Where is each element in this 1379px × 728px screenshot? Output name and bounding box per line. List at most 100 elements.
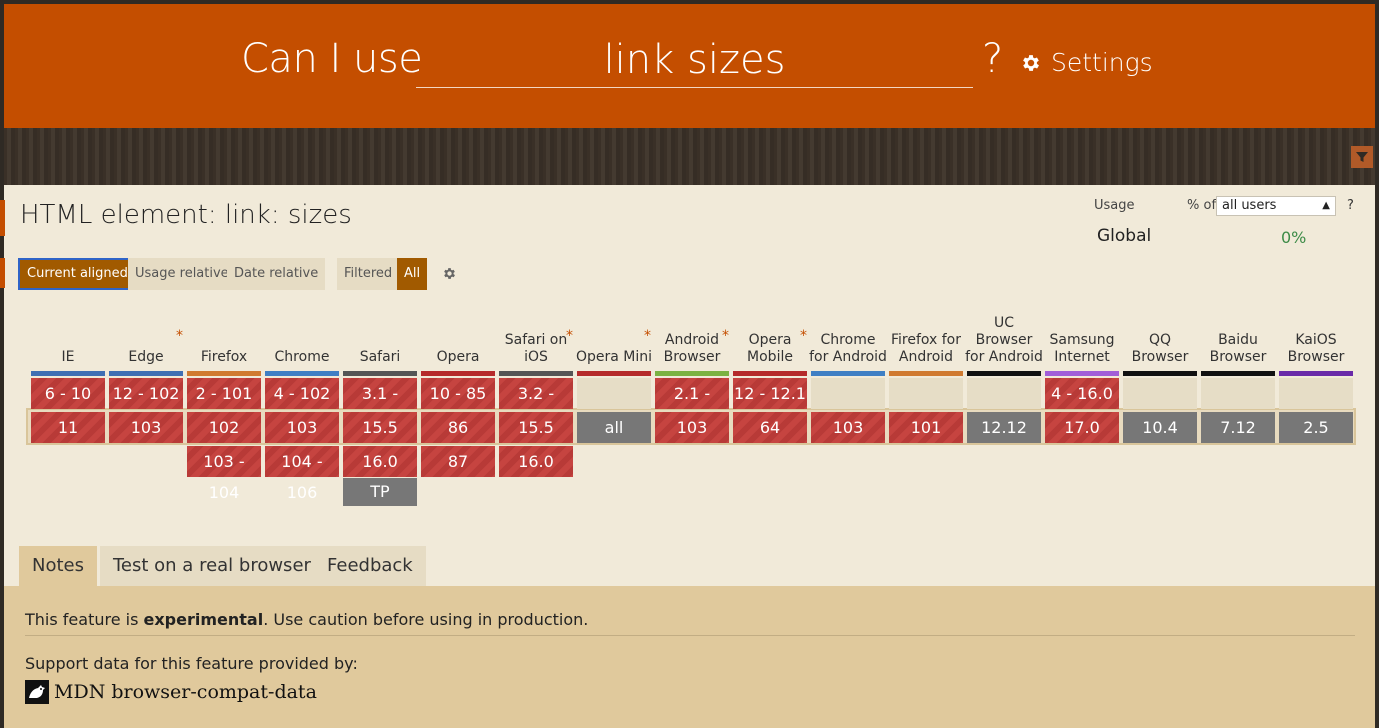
browser-color-bar (31, 371, 105, 376)
tab-notes[interactable]: Notes (19, 546, 97, 586)
version-cell-past[interactable] (577, 378, 651, 409)
version-cell-current[interactable]: 103 (265, 412, 339, 443)
browser-header: UC Browser for Android (965, 300, 1043, 368)
note-asterisk[interactable]: * (800, 328, 807, 345)
browser-name: Opera Mini (575, 349, 653, 365)
version-cell-past[interactable]: 12 - 102 (109, 378, 183, 409)
search-help-button[interactable]: ? (982, 36, 1003, 82)
version-cell-current[interactable]: 12.12 (967, 412, 1041, 443)
data-source-note: Support data for this feature provided b… (25, 654, 358, 673)
site-header: Can I use link sizes ? Settings (4, 4, 1375, 128)
experimental-note: This feature is experimental. Use cautio… (25, 610, 588, 629)
browser-color-bar (967, 371, 1041, 376)
all-button[interactable]: All (397, 258, 428, 290)
browser-name: UC Browser for Android (965, 315, 1043, 365)
browser-name: Android Browser (663, 332, 721, 365)
note-emphasis: experimental (143, 610, 264, 629)
version-cell-current[interactable]: 103 (109, 412, 183, 443)
version-cell-past[interactable]: 10 - 85 (421, 378, 495, 409)
browser-header: Samsung Internet (1043, 300, 1121, 368)
note-asterisk[interactable]: * (722, 328, 729, 345)
version-cell-future[interactable]: 16.0 (343, 446, 417, 477)
browser-color-bar (1201, 371, 1275, 376)
browser-color-bar (577, 371, 651, 376)
mdn-link[interactable]: MDN browser-compat-data (25, 680, 317, 704)
version-cell-past[interactable]: 2.1 - 4.4.4 (655, 378, 729, 434)
tab-test-browser[interactable]: Test on a real browser (100, 546, 324, 586)
browser-name: Baidu Browser (1209, 332, 1267, 365)
panel-edge-marker (0, 200, 5, 236)
feature-title: HTML element: link: sizes (20, 200, 352, 230)
mdn-link-label: MDN browser-compat-data (54, 681, 317, 703)
usage-relative-button[interactable]: Usage relative (128, 258, 236, 290)
version-cell-future[interactable]: 104 - 106 (265, 446, 339, 502)
version-cell-current[interactable]: 11 (31, 412, 105, 443)
browser-name: Opera Mobile (747, 332, 793, 365)
version-cell-past[interactable]: 2 - 101 (187, 378, 261, 409)
version-cell-current[interactable]: 86 (421, 412, 495, 443)
version-cell-past[interactable] (811, 378, 885, 409)
version-cell-current[interactable]: 10.4 (1123, 412, 1197, 443)
select-arrows-icon: ▲︎ (1322, 200, 1330, 211)
table-settings-gear-icon[interactable] (442, 266, 457, 281)
version-cell-past[interactable] (1279, 378, 1353, 409)
settings-button[interactable]: Settings (1020, 48, 1153, 77)
version-cell-current[interactable]: 2.5 (1279, 412, 1353, 443)
browser-header: KaiOS Browser (1277, 300, 1355, 368)
version-cell-future[interactable]: 16.0 (499, 446, 573, 477)
version-cell-past[interactable] (1123, 378, 1197, 409)
version-cell-future[interactable]: 103 - 104 (187, 446, 261, 502)
version-cell-current[interactable]: all (577, 412, 651, 443)
note-asterisk[interactable]: * (566, 328, 573, 345)
version-cell-current[interactable]: 17.0 (1045, 412, 1119, 443)
version-cell-current[interactable]: 101 (889, 412, 963, 443)
browser-name: Safari (359, 349, 401, 365)
version-cell-past[interactable]: 3.1 - 15.4 (343, 378, 417, 434)
browser-color-bar (1045, 371, 1119, 376)
browser-header: Baidu Browser (1199, 300, 1277, 368)
version-cell-past[interactable] (889, 378, 963, 409)
users-select[interactable]: all users ▲︎ (1216, 196, 1336, 216)
version-cell-past[interactable]: 3.2 - 15.4 (499, 378, 573, 434)
date-relative-button[interactable]: Date relative (227, 258, 326, 290)
version-cell-past[interactable]: 12 - 12.1 (733, 378, 807, 409)
browser-name: Edge (128, 349, 164, 365)
browser-header: Edge * (107, 300, 185, 368)
version-cell-current[interactable]: 15.5 (343, 412, 417, 443)
version-cell-current[interactable]: 103 (811, 412, 885, 443)
filter-button[interactable] (1351, 146, 1373, 168)
browser-name: Safari on iOS (504, 332, 568, 365)
global-label: Global (1097, 226, 1152, 246)
version-cell-future[interactable]: 87 (421, 446, 495, 477)
usage-help-button[interactable]: ? (1347, 198, 1354, 213)
version-cell-current[interactable]: 15.5 (499, 412, 573, 443)
version-cell-current[interactable]: 102 (187, 412, 261, 443)
version-cell-past[interactable] (967, 378, 1041, 409)
browser-name: Opera (436, 349, 480, 365)
version-cell-future[interactable]: TP (343, 478, 417, 506)
version-cell-current[interactable]: 103 (655, 412, 729, 443)
version-cell-past[interactable]: 4 - 102 (265, 378, 339, 409)
note-asterisk[interactable]: * (644, 328, 651, 345)
browser-header: Opera Mini * (575, 300, 653, 368)
version-cell-current[interactable]: 7.12 (1201, 412, 1275, 443)
percent-of-label: % of (1187, 198, 1217, 213)
version-cell-past[interactable]: 4 - 16.0 (1045, 378, 1119, 409)
browser-color-bar (1123, 371, 1197, 376)
note-asterisk[interactable]: * (176, 328, 183, 345)
browser-color-bar (1279, 371, 1353, 376)
browser-header: Opera Mobile * (731, 300, 809, 368)
browser-header: Opera (419, 300, 497, 368)
current-aligned-button[interactable]: Current aligned (18, 258, 137, 290)
browser-header: Firefox (185, 300, 263, 368)
version-cell-past[interactable]: 6 - 10 (31, 378, 105, 409)
can-i-use-label: Can I use (241, 36, 423, 82)
settings-label: Settings (1051, 48, 1153, 77)
filtered-button[interactable]: Filtered (337, 258, 400, 290)
version-cell-current[interactable]: 64 (733, 412, 807, 443)
browser-header: Safari on iOS * (497, 300, 575, 368)
search-input[interactable]: link sizes (416, 34, 973, 88)
browser-name: Firefox (200, 349, 248, 365)
tab-feedback[interactable]: Feedback (314, 546, 426, 586)
version-cell-past[interactable] (1201, 378, 1275, 409)
